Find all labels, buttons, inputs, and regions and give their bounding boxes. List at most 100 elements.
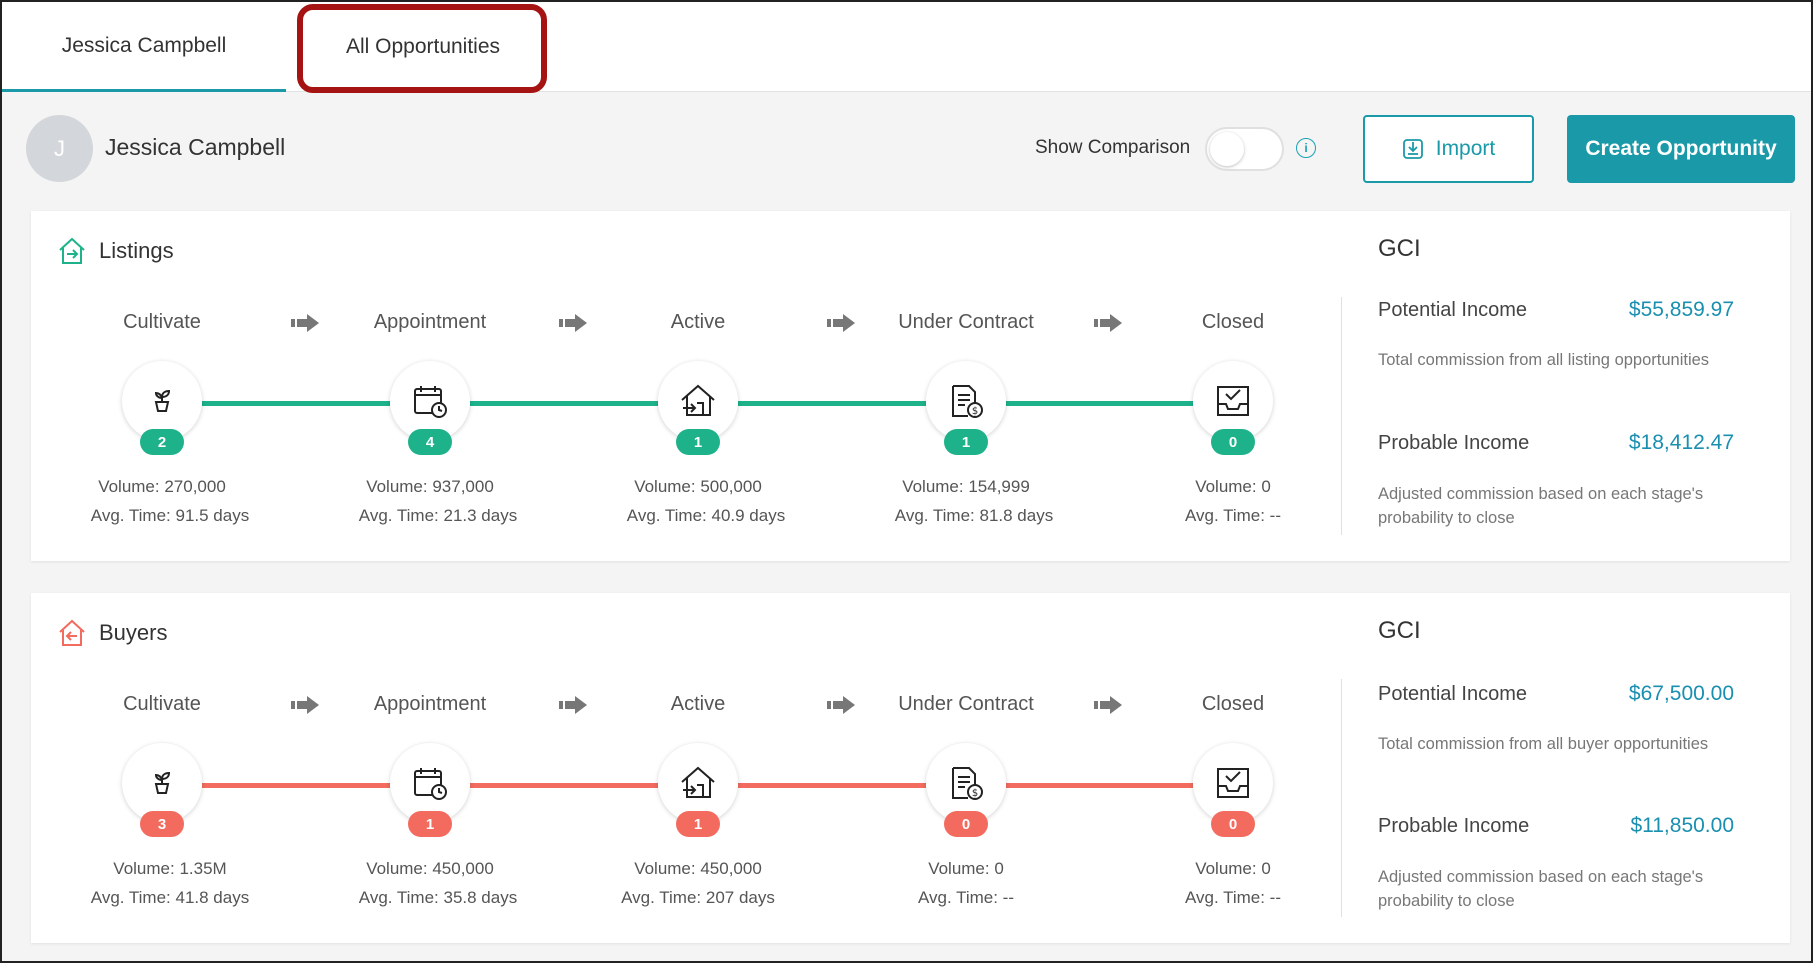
arrow-right-icon — [559, 696, 587, 714]
stage-volume: Volume: 937,000 — [366, 477, 494, 496]
stage-label-closed: Closed — [1201, 693, 1265, 715]
potential-income-desc: Total commission from all buyer opportun… — [1378, 735, 1709, 753]
stage-avg-time: Avg. Time: -- — [1184, 506, 1282, 525]
stage-volume: Volume: 450,000 — [366, 859, 494, 878]
tab-jessica-campbell[interactable]: Jessica Campbell — [2, 2, 286, 92]
listings-title-text: Listings — [99, 238, 174, 263]
divider — [1341, 679, 1342, 917]
potential-income-desc: Total commission from all listing opport… — [1378, 351, 1710, 369]
buyers-card: Buyers Cultivate Appointment Active Unde… — [31, 593, 1790, 943]
user-name: Jessica Campbell — [105, 134, 286, 160]
stage-count-badge: 4 — [408, 429, 452, 455]
stage-avg-time: Avg. Time: 21.3 days — [358, 506, 518, 525]
stage-count-badge: 1 — [408, 811, 452, 837]
stage-connector — [1006, 401, 1193, 406]
inbox-check-icon — [1217, 768, 1249, 798]
stage-label-active: Active — [670, 311, 726, 333]
stage-connector — [202, 401, 390, 406]
stage-count-badge: 0 — [1211, 811, 1255, 837]
svg-text:$: $ — [972, 406, 978, 417]
stage-label-cultivate: Cultivate — [123, 693, 201, 715]
arrow-right-icon — [827, 696, 855, 714]
info-icon[interactable]: i — [1296, 138, 1316, 158]
arrow-right-icon — [1094, 696, 1122, 714]
calendar-clock-icon — [414, 768, 447, 800]
probable-income-desc: Adjusted commission based on each stage'… — [1378, 485, 1704, 527]
listings-card: Listings Cultivate Appointment Active Un… — [31, 211, 1790, 561]
stage-avg-time: Avg. Time: -- — [917, 888, 1015, 907]
probable-income-desc: Adjusted commission based on each stage'… — [1378, 868, 1704, 910]
arrow-right-icon — [291, 314, 319, 332]
stage-volume: Volume: 500,000 — [634, 477, 762, 496]
stage-label-under-contract: Under Contract — [898, 311, 1034, 333]
stage-volume: Volume: 270,000 — [98, 477, 226, 496]
gci-title: GCI — [1378, 617, 1421, 644]
house-arrow-icon — [681, 384, 715, 416]
probable-income-label: Probable Income — [1378, 815, 1530, 837]
show-comparison-label: Show Comparison — [1035, 137, 1191, 158]
stage-label-closed: Closed — [1201, 311, 1265, 333]
arrow-right-icon — [559, 314, 587, 332]
stage-volume: Volume: 0 — [928, 859, 1004, 878]
show-comparison-toggle[interactable] — [1205, 127, 1284, 171]
stage-connector — [202, 783, 390, 788]
create-opportunity-button[interactable]: Create Opportunity — [1567, 115, 1795, 183]
stage-volume: Volume: 450,000 — [634, 859, 762, 878]
tab-all-opportunities[interactable]: All Opportunities — [298, 2, 548, 92]
stage-count-badge: 1 — [676, 811, 720, 837]
stage-avg-time: Avg. Time: 91.5 days — [90, 506, 250, 525]
calendar-clock-icon — [414, 386, 447, 418]
sprout-icon — [154, 389, 171, 412]
divider — [1341, 297, 1342, 535]
stage-count-badge: 2 — [140, 429, 184, 455]
stage-connector — [738, 401, 926, 406]
svg-text:$: $ — [972, 788, 978, 799]
import-button[interactable]: Import — [1363, 115, 1534, 183]
stage-label-appointment: Appointment — [373, 693, 487, 715]
stage-avg-time: Avg. Time: 35.8 days — [358, 888, 518, 907]
potential-income-label: Potential Income — [1378, 299, 1527, 321]
tab-bar: Jessica Campbell All Opportunities — [2, 2, 1811, 93]
listings-title: Listings — [57, 236, 174, 266]
stage-volume: Volume: 154,999 — [902, 477, 1030, 496]
listing-house-icon — [59, 237, 85, 264]
potential-income-label: Potential Income — [1378, 683, 1527, 705]
arrow-right-icon — [1094, 314, 1122, 332]
stage-label-appointment: Appointment — [373, 311, 487, 333]
contract-dollar-icon: $ — [952, 385, 983, 418]
import-label: Import — [1435, 137, 1496, 160]
stage-label-cultivate: Cultivate — [123, 311, 201, 333]
house-arrow-icon — [681, 766, 715, 798]
inbox-check-icon — [1217, 386, 1249, 416]
stage-avg-time: Avg. Time: 207 days — [621, 888, 775, 907]
probable-income-label: Probable Income — [1378, 432, 1530, 454]
probable-income-value: $18,412.47 — [1628, 431, 1734, 454]
import-icon — [1402, 139, 1423, 159]
stage-connector — [470, 783, 658, 788]
avatar: J — [26, 115, 93, 182]
buyers-title-text: Buyers — [99, 620, 168, 645]
app-frame: Jessica Campbell All Opportunities J Jes… — [0, 0, 1813, 963]
buyer-house-icon — [59, 619, 85, 646]
stage-count-badge: 1 — [944, 429, 988, 455]
stage-volume: Volume: 0 — [1195, 477, 1271, 496]
stage-avg-time: Avg. Time: 40.9 days — [626, 506, 786, 525]
stage-count-badge: 0 — [1211, 429, 1255, 455]
stage-count-badge: 3 — [140, 811, 184, 837]
stage-connector — [470, 401, 658, 406]
arrow-right-icon — [291, 696, 319, 714]
potential-income-value: $67,500.00 — [1628, 682, 1734, 705]
arrow-right-icon — [827, 314, 855, 332]
stage-volume: Volume: 1.35M — [113, 859, 227, 878]
stage-avg-time: Avg. Time: 81.8 days — [894, 506, 1054, 525]
gci-title: GCI — [1378, 235, 1421, 262]
sprout-icon — [154, 771, 171, 794]
stage-count-badge: 0 — [944, 811, 988, 837]
contract-dollar-icon: $ — [952, 767, 983, 800]
stage-avg-time: Avg. Time: -- — [1184, 888, 1282, 907]
stage-label-active: Active — [670, 693, 726, 715]
potential-income-value: $55,859.97 — [1628, 298, 1734, 321]
stage-connector — [1006, 783, 1193, 788]
stage-count-badge: 1 — [676, 429, 720, 455]
toggle-knob — [1210, 132, 1244, 166]
